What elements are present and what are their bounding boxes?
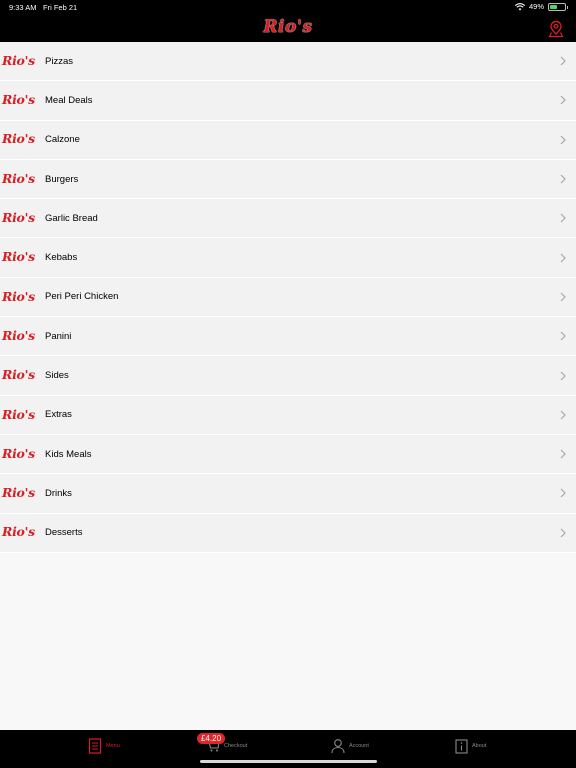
tab-menu[interactable]: Menu [88,736,120,756]
category-label: Calzone [45,134,80,146]
category-logo: Rio's [2,249,35,265]
tab-about[interactable]: About [455,736,486,756]
category-logo: Rio's [2,485,35,501]
battery-percent: 49% [528,2,544,11]
status-date: Fri Feb 21 [43,3,78,12]
chevron-right-icon [560,410,566,420]
category-logo: Rio's [2,406,35,422]
category-thumbnail: Rio's [0,317,40,355]
menu-category-row[interactable]: Rio's Garlic Bread [0,199,576,239]
category-thumbnail: Rio's [0,396,40,434]
category-logo: Rio's [2,210,35,226]
category-thumbnail: Rio's [0,238,40,276]
menu-category-row[interactable]: Rio's Meal Deals [0,81,576,121]
wifi-icon [514,2,525,10]
category-thumbnail: Rio's [0,199,40,237]
tab-bar: Menu Checkout £4.20 Account About [0,730,576,768]
category-logo: Rio's [2,52,35,68]
category-thumbnail: Rio's [0,81,40,119]
person-icon [331,739,345,754]
app-screen: 9:33 AM Fri Feb 21 49% Rio's Rio's Pizzas… [0,0,576,768]
document-icon [88,738,102,754]
category-thumbnail: Rio's [0,514,40,552]
home-indicator[interactable] [200,760,377,763]
tab-checkout-label: Checkout [224,743,248,749]
category-logo: Rio's [2,92,35,108]
battery-icon [548,2,568,11]
category-logo: Rio's [2,445,35,461]
chevron-right-icon [560,174,566,184]
menu-category-row[interactable]: Rio's Kebabs [0,238,576,278]
tab-account-label: Account [349,743,369,749]
category-thumbnail: Rio's [0,474,40,512]
category-label: Kids Meals [45,448,92,460]
menu-category-row[interactable]: Rio's Calzone [0,120,576,160]
category-thumbnail: Rio's [0,435,40,473]
category-label: Garlic Bread [45,212,98,224]
chevron-right-icon [560,292,566,302]
app-logo: Rio's [263,17,313,37]
category-label: Sides [45,370,69,382]
category-thumbnail: Rio's [0,356,40,394]
chevron-right-icon [560,96,566,105]
category-label: Pizzas [45,55,73,67]
chevron-right-icon [560,488,566,498]
category-logo: Rio's [2,524,35,540]
menu-category-row[interactable]: Rio's Extras [0,395,576,435]
menu-category-list: Rio's Pizzas Rio's Meal Deals Rio's Calzone Ri… [0,42,576,553]
menu-category-row[interactable]: Rio's Desserts [0,513,576,553]
nav-bar: Rio's [0,14,576,42]
category-thumbnail: Rio's [0,121,40,159]
category-thumbnail: Rio's [0,278,40,316]
category-logo: Rio's [2,131,35,147]
chevron-right-icon [560,449,566,459]
category-label: Burgers [45,173,79,185]
category-label: Panini [45,330,72,342]
chevron-right-icon [560,135,566,145]
category-label: Peri Peri Chicken [45,291,119,303]
menu-category-row[interactable]: Rio's Sides [0,356,576,396]
tab-account[interactable]: Account [331,736,369,756]
category-label: Desserts [45,527,83,539]
tab-menu-label: Menu [106,743,120,749]
category-thumbnail: Rio's [0,42,40,80]
status-bar: 9:33 AM Fri Feb 21 49% [0,0,576,14]
chevron-right-icon [560,56,566,66]
status-time: 9:33 AM [9,3,37,12]
menu-category-row[interactable]: Rio's Panini [0,317,576,357]
category-label: Extras [45,409,72,421]
info-icon [455,738,468,754]
chevron-right-icon [560,371,566,380]
map-pin-icon[interactable] [548,20,564,38]
category-logo: Rio's [2,327,35,343]
category-label: Meal Deals [45,94,93,106]
category-label: Kebabs [45,252,78,264]
category-thumbnail: Rio's [0,160,40,198]
chevron-right-icon [560,331,566,341]
status-right: 49% [514,2,568,11]
category-logo: Rio's [2,170,35,186]
menu-category-row[interactable]: Rio's Peri Peri Chicken [0,277,576,318]
chevron-right-icon [560,253,566,263]
menu-category-row[interactable]: Rio's Pizzas [0,42,576,82]
battery-fill [550,4,557,9]
menu-category-row[interactable]: Rio's Kids Meals [0,434,576,475]
category-logo: Rio's [2,367,35,383]
chevron-right-icon [560,213,566,223]
chevron-right-icon [560,528,566,538]
category-label: Drinks [45,487,72,499]
cart-total-badge: £4.20 [197,733,226,744]
category-logo: Rio's [2,288,35,304]
menu-category-row[interactable]: Rio's Drinks [0,474,576,514]
tab-about-label: About [472,743,487,749]
menu-category-row[interactable]: Rio's Burgers [0,159,576,200]
